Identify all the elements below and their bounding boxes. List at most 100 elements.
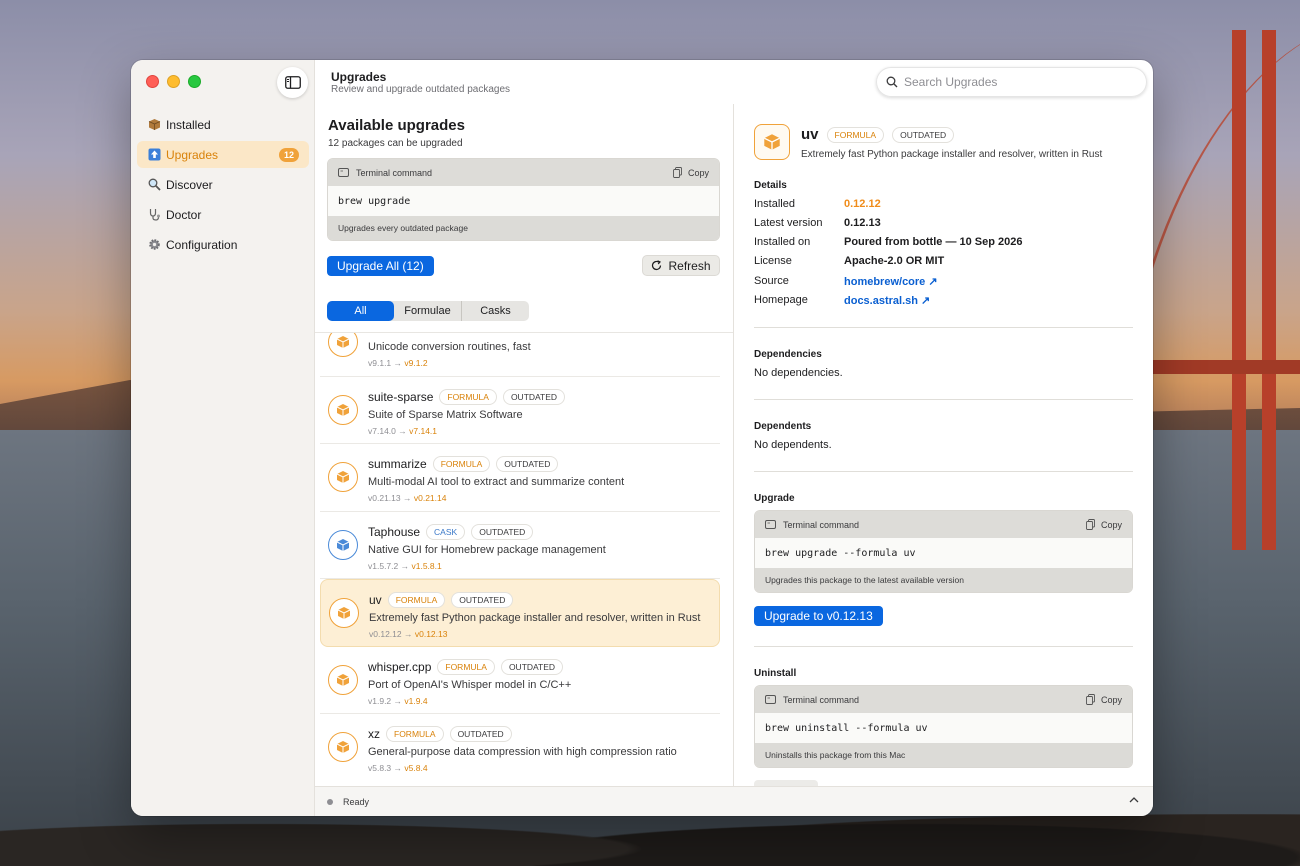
divider bbox=[754, 327, 1133, 328]
formula-package-icon bbox=[328, 462, 358, 492]
terminal-command-text[interactable]: brew upgrade --formula uv bbox=[755, 538, 1132, 568]
detail-row-installed: Installed 0.12.12 bbox=[754, 198, 881, 210]
package-description: Port of OpenAI's Whisper model in C/C++ bbox=[368, 678, 572, 691]
package-name-row: suite-sparse FORMULA OUTDATED bbox=[368, 388, 566, 405]
bridge-tower bbox=[1232, 30, 1246, 550]
toolbar: Upgrades Review and upgrade outdated pac… bbox=[315, 60, 1153, 104]
filter-formulae[interactable]: Formulae bbox=[394, 301, 461, 321]
sidebar-item-discover[interactable]: Discover bbox=[137, 171, 309, 198]
package-title-row: uv FORMULA OUTDATED bbox=[801, 126, 955, 143]
refresh-button[interactable]: Refresh bbox=[642, 255, 720, 276]
terminal-command-note: Upgrades every outdated package bbox=[328, 216, 719, 240]
formula-package-icon bbox=[328, 333, 358, 357]
terminal-command-header: Terminal command Copy bbox=[755, 511, 1132, 538]
formula-package-icon bbox=[329, 598, 359, 628]
sidebar-item-upgrades[interactable]: Upgrades 12 bbox=[137, 141, 309, 168]
search-input[interactable] bbox=[904, 75, 1124, 89]
arrow-up-icon bbox=[147, 148, 161, 162]
package-description: Extremely fast Python package installer … bbox=[369, 612, 701, 624]
homepage-link[interactable]: docs.astral.sh ↗ bbox=[844, 294, 930, 307]
package-list: Unicode conversion routines, fast v9.1.1… bbox=[315, 332, 733, 786]
list-item[interactable]: Taphouse CASK OUTDATED Native GUI for Ho… bbox=[320, 512, 720, 579]
upgrades-pane: Available upgrades 12 packages can be up… bbox=[315, 104, 734, 786]
filter-casks[interactable]: Casks bbox=[461, 301, 529, 321]
uninstall-terminal-box: Terminal command Copy brew uninstall --f… bbox=[754, 685, 1133, 768]
terminal-command-note: Upgrades this package to the latest avai… bbox=[755, 568, 1132, 592]
package-name: Taphouse bbox=[368, 524, 421, 539]
window-controls bbox=[146, 75, 201, 88]
list-item[interactable]: suite-sparse FORMULA OUTDATED Suite of S… bbox=[320, 377, 720, 444]
list-item[interactable]: Unicode conversion routines, fast v9.1.1… bbox=[320, 333, 720, 377]
sidebar-item-label: Installed bbox=[166, 117, 211, 132]
copy-label: Copy bbox=[1100, 519, 1122, 530]
sidebar-toggle-button[interactable] bbox=[277, 67, 308, 98]
detail-row-license: License Apache-2.0 OR MIT bbox=[754, 255, 945, 267]
terminal-icon bbox=[765, 520, 776, 529]
bridge-tower bbox=[1262, 30, 1276, 550]
close-window-button[interactable] bbox=[146, 75, 159, 88]
stethoscope-icon bbox=[147, 208, 161, 222]
terminal-command-text[interactable]: brew uninstall --formula uv bbox=[755, 713, 1132, 743]
copy-label: Copy bbox=[687, 167, 709, 178]
zoom-window-button[interactable] bbox=[188, 75, 201, 88]
divider bbox=[754, 399, 1133, 400]
detail-row-installed-on: Installed on Poured from bottle — 10 Sep… bbox=[754, 236, 1023, 248]
formula-package-icon bbox=[328, 664, 358, 695]
terminal-command-text[interactable]: brew upgrade bbox=[328, 186, 719, 216]
package-name-row: Taphouse CASK OUTDATED bbox=[368, 523, 534, 540]
app-window: Installed Upgrades 12 Discover Doctor Co… bbox=[131, 60, 1153, 816]
formula-package-icon bbox=[328, 732, 358, 762]
package-name-row: uv FORMULA OUTDATED bbox=[369, 592, 514, 608]
sidebar-item-doctor[interactable]: Doctor bbox=[137, 201, 309, 228]
sidebar-item-label: Discover bbox=[166, 177, 213, 192]
package-description: Native GUI for Homebrew package manageme… bbox=[368, 543, 606, 556]
sidebar-item-configuration[interactable]: Configuration bbox=[137, 231, 309, 258]
cask-package-icon bbox=[328, 529, 358, 560]
status-badge: OUTDATED bbox=[471, 523, 534, 540]
upgrades-count-badge: 12 bbox=[278, 147, 299, 162]
sidebar-item-label: Upgrades bbox=[166, 147, 219, 162]
divider bbox=[754, 471, 1133, 472]
status-badge: OUTDATED bbox=[892, 126, 955, 143]
formula-package-icon bbox=[328, 394, 358, 425]
package-name-row: summarize FORMULA OUTDATED bbox=[368, 456, 559, 472]
search-field[interactable] bbox=[876, 67, 1147, 97]
source-link[interactable]: homebrew/core ↗ bbox=[844, 275, 938, 288]
list-item-selected[interactable]: uv FORMULA OUTDATED Extremely fast Pytho… bbox=[320, 579, 720, 647]
terminal-command-note: Uninstalls this package from this Mac bbox=[755, 743, 1132, 767]
package-version: v7.14.0 → v7.14.1 bbox=[368, 425, 438, 436]
package-detail-pane: uv FORMULA OUTDATED Extremely fast Pytho… bbox=[734, 104, 1153, 786]
copy-label: Copy bbox=[1100, 694, 1122, 705]
copy-command-button[interactable]: Copy bbox=[1086, 694, 1122, 705]
list-item[interactable]: whisper.cpp FORMULA OUTDATED Port of Ope… bbox=[320, 647, 720, 714]
package-kind-badge: FORMULA bbox=[437, 658, 495, 675]
list-item[interactable]: summarize FORMULA OUTDATED Multi-modal A… bbox=[320, 444, 720, 512]
section-subtitle: 12 packages can be upgraded bbox=[328, 138, 463, 149]
uninstall-heading: Uninstall bbox=[754, 668, 797, 679]
package-version: v0.12.12 → v0.12.13 bbox=[369, 629, 448, 639]
chevron-up-icon[interactable] bbox=[1129, 796, 1139, 803]
box-icon bbox=[147, 118, 161, 132]
copy-command-button[interactable]: Copy bbox=[673, 167, 709, 178]
package-kind-badge: FORMULA bbox=[387, 592, 446, 608]
divider bbox=[754, 646, 1133, 647]
package-description: Multi-modal AI tool to extract and summa… bbox=[368, 476, 625, 488]
minimize-window-button[interactable] bbox=[167, 75, 180, 88]
package-name: xz bbox=[368, 727, 380, 741]
list-item[interactable]: xz FORMULA OUTDATED General-purpose data… bbox=[320, 714, 720, 782]
upgrade-all-button[interactable]: Upgrade All (12) bbox=[327, 256, 434, 276]
upgrade-package-button[interactable]: Upgrade to v0.12.13 bbox=[754, 606, 883, 626]
sidebar: Installed Upgrades 12 Discover Doctor Co… bbox=[131, 60, 315, 816]
page-title: Upgrades bbox=[331, 70, 387, 84]
section-title: Available upgrades bbox=[328, 117, 465, 134]
package-description: Unicode conversion routines, fast bbox=[368, 341, 531, 353]
detail-row-source: Source homebrew/core ↗ bbox=[754, 275, 938, 288]
package-version: v9.1.1 → v9.1.2 bbox=[368, 358, 428, 368]
package-name: whisper.cpp bbox=[368, 659, 432, 674]
refresh-icon bbox=[652, 260, 662, 271]
status-badge: OUTDATED bbox=[451, 592, 514, 608]
terminal-command-header: Terminal command Copy bbox=[328, 159, 719, 186]
copy-command-button[interactable]: Copy bbox=[1086, 519, 1122, 530]
filter-all[interactable]: All bbox=[327, 301, 394, 321]
sidebar-item-installed[interactable]: Installed bbox=[137, 111, 309, 138]
